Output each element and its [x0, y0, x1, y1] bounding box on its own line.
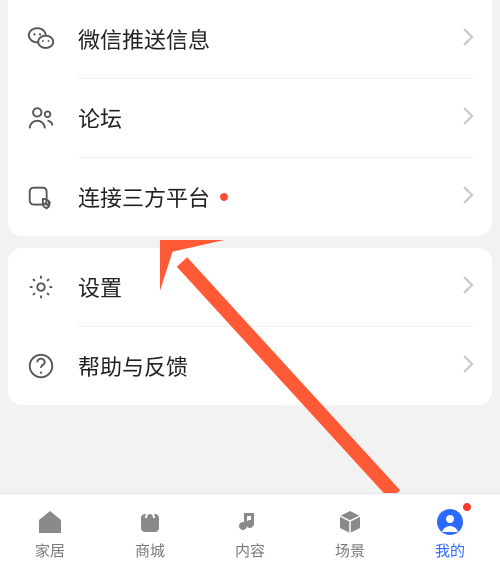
row-help-feedback[interactable]: 帮助与反馈: [26, 327, 474, 405]
row-label: 论坛: [78, 102, 462, 134]
help-icon: [26, 351, 78, 381]
tab-label: 场景: [335, 540, 365, 561]
row-label: 微信推送信息: [78, 23, 462, 55]
row-label: 帮助与反馈: [78, 350, 462, 382]
chevron-right-icon: [462, 27, 474, 52]
chevron-right-icon: [462, 275, 474, 300]
tab-mine[interactable]: 我的: [400, 494, 500, 575]
cube-icon: [336, 508, 364, 536]
gear-icon: [26, 272, 78, 302]
tab-label: 商城: [135, 540, 165, 561]
bag-icon: [136, 508, 164, 536]
notification-dot: [220, 193, 228, 201]
forum-people-icon: [26, 103, 78, 133]
row-forum[interactable]: 论坛: [26, 79, 474, 157]
link-shield-icon: [26, 182, 78, 212]
chevron-right-icon: [462, 106, 474, 131]
tab-home[interactable]: 家居: [0, 494, 100, 575]
tab-label: 家居: [35, 540, 65, 561]
tab-label: 内容: [235, 540, 265, 561]
settings-group-1: 微信推送信息 论坛 连接三方平台: [8, 0, 492, 236]
tab-content[interactable]: 内容: [200, 494, 300, 575]
avatar-icon: [436, 508, 464, 536]
row-label: 连接三方平台: [78, 181, 462, 213]
home-icon: [36, 508, 64, 536]
chevron-right-icon: [462, 185, 474, 210]
chevron-right-icon: [462, 354, 474, 379]
settings-group-2: 设置 帮助与反馈: [8, 248, 492, 405]
notification-dot: [462, 502, 472, 512]
row-label-text: 连接三方平台: [78, 181, 210, 213]
row-label: 设置: [78, 271, 462, 303]
tab-scene[interactable]: 场景: [300, 494, 400, 575]
tab-mall[interactable]: 商城: [100, 494, 200, 575]
row-wechat-push[interactable]: 微信推送信息: [26, 0, 474, 78]
row-settings[interactable]: 设置: [26, 248, 474, 326]
row-third-party[interactable]: 连接三方平台: [26, 158, 474, 236]
tab-label: 我的: [435, 540, 465, 561]
wechat-icon: [26, 24, 78, 54]
bottom-tab-bar: 家居 商城 内容 场景 我的: [0, 493, 500, 575]
music-note-icon: [236, 508, 264, 536]
